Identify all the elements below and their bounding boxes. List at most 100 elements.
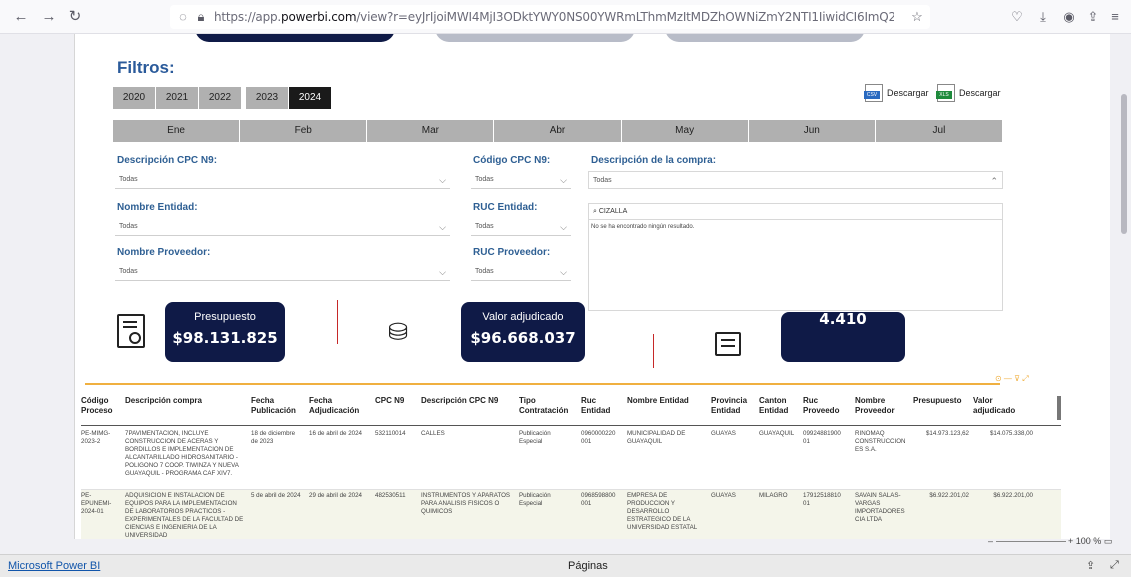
filters-title: Filtros: bbox=[117, 58, 175, 77]
cell-fecha-pub: 5 de abril de 2024 bbox=[251, 492, 301, 499]
cell-cpc-desc: INSTRUMENTOS Y APARATOS PARA ANALISIS FI… bbox=[421, 492, 511, 515]
forward-icon[interactable]: → bbox=[40, 8, 58, 26]
menu-icon[interactable]: ≡ bbox=[1106, 8, 1124, 26]
scroll-thumb[interactable] bbox=[1121, 94, 1127, 234]
month-jun[interactable]: Jun bbox=[748, 120, 876, 142]
table-row[interactable]: PE-EPUNEMI-2024-01 ADQUISICION E INSTALA… bbox=[81, 490, 1061, 539]
compra-select[interactable]: Todas ⌃ bbox=[588, 171, 1003, 189]
dropdown-search[interactable]: ⌕ CIZALLA bbox=[589, 204, 1002, 220]
ruc-proveedor-select[interactable]: Todas ⌵ bbox=[471, 263, 571, 281]
download-label: Descargar bbox=[959, 88, 1001, 98]
cell-adjudicado: $14.075.338,00 bbox=[989, 430, 1033, 437]
section-divider bbox=[85, 383, 1000, 385]
col-adjudicado[interactable]: Valor adjudicado bbox=[973, 396, 1033, 416]
lock-icon[interactable]: 🔒︎ bbox=[192, 8, 210, 26]
cpc-desc-label: Descripción CPC N9: bbox=[117, 155, 218, 166]
compra-label: Descripción de la compra: bbox=[591, 155, 717, 166]
visual-header-icons[interactable]: ⊙ — ⊽ ⤢ bbox=[995, 374, 1029, 384]
cell-provincia: GUAYAS bbox=[711, 430, 736, 437]
year-2023[interactable]: 2023 bbox=[246, 87, 288, 109]
col-codigo[interactable]: Código Proceso bbox=[81, 396, 121, 416]
presupuesto-value: $98.131.825 bbox=[172, 329, 278, 347]
download-csv-button[interactable]: CSV Descargar bbox=[864, 84, 929, 102]
month-feb[interactable]: Feb bbox=[240, 120, 368, 142]
month-may[interactable]: May bbox=[621, 120, 749, 142]
year-2020[interactable]: 2020 bbox=[113, 87, 155, 109]
col-entidad[interactable]: Nombre Entidad bbox=[627, 396, 705, 406]
share-icon[interactable]: ⇪ bbox=[1084, 8, 1102, 26]
month-jul[interactable]: Jul bbox=[875, 120, 1003, 142]
col-tipo[interactable]: Tipo Contratación bbox=[519, 396, 577, 416]
share-icon[interactable]: ⇪ bbox=[1086, 559, 1095, 572]
download-excel-button[interactable]: XLS Descargar bbox=[936, 84, 1001, 102]
cell-entidad: EMPRESA DE PRODUCCION Y DESARROLLO ESTRA… bbox=[627, 492, 698, 531]
nav-button-1[interactable] bbox=[195, 34, 395, 42]
address-bar[interactable]: ◌ 🔒︎ https://app.powerbi.com/view?r=eyJr… bbox=[170, 5, 930, 29]
cell-codigo: PE-EPUNEMI-2024-01 bbox=[81, 492, 112, 515]
col-canton[interactable]: Canton Entidad bbox=[759, 396, 799, 416]
pages-button[interactable]: Páginas bbox=[568, 560, 608, 572]
zoom-in-icon[interactable]: + bbox=[1066, 536, 1076, 546]
cell-proveedor: SAVAIN SALAS-VARGAS IMPORTADORES CIA LTD… bbox=[855, 492, 905, 523]
col-presupuesto[interactable]: Presupuesto bbox=[913, 396, 969, 406]
proveedor-select[interactable]: Todas ⌵ bbox=[115, 263, 450, 281]
table-scrollbar[interactable] bbox=[1057, 396, 1061, 420]
shield-icon[interactable]: ◌ bbox=[174, 8, 192, 26]
col-ruc-entidad[interactable]: Ruc Entidad bbox=[581, 396, 621, 416]
chevron-down-icon: ⌵ bbox=[439, 175, 446, 185]
cell-cpc: 482530511 bbox=[375, 492, 406, 499]
nav-button-3[interactable] bbox=[665, 34, 865, 42]
cell-tipo: Publicación Especial bbox=[519, 430, 551, 445]
ruc-entidad-select[interactable]: Todas ⌵ bbox=[471, 218, 571, 236]
zoom-control[interactable]: – + 100 % ▭ bbox=[988, 536, 1112, 547]
col-fecha-adj[interactable]: Fecha Adjudicación bbox=[309, 396, 371, 416]
cell-canton: GUAYAQUIL bbox=[759, 430, 795, 437]
col-descripcion[interactable]: Descripción compra bbox=[125, 396, 245, 406]
cell-fecha-adj: 16 de abril de 2024 bbox=[309, 430, 362, 437]
search-input[interactable]: CIZALLA bbox=[599, 208, 627, 215]
cell-canton: MILAGRO bbox=[759, 492, 788, 499]
cell-fecha-pub: 18 de diciembre de 2023 bbox=[251, 430, 296, 445]
cell-ruc-entidad: 0960000220001 bbox=[581, 430, 616, 445]
col-ruc-proveedor[interactable]: Ruc Proveedo bbox=[803, 396, 847, 416]
csv-file-icon: CSV bbox=[864, 84, 883, 102]
year-2022[interactable]: 2022 bbox=[199, 87, 241, 109]
powerbi-link[interactable]: Microsoft Power BI bbox=[8, 560, 100, 572]
month-abr[interactable]: Abr bbox=[494, 120, 622, 142]
cell-fecha-adj: 29 de abril de 2024 bbox=[309, 492, 362, 499]
col-proveedor[interactable]: Nombre Proveedor bbox=[855, 396, 907, 416]
no-results-text: No se ha encontrado ningún resultado. bbox=[591, 224, 695, 230]
extension-icon[interactable]: ◉ bbox=[1060, 8, 1078, 26]
col-fecha-pub[interactable]: Fecha Publicación bbox=[251, 396, 301, 416]
col-provincia[interactable]: Provincia Entidad bbox=[711, 396, 755, 416]
zoom-out-icon[interactable]: – bbox=[988, 536, 996, 546]
page-scrollbar[interactable] bbox=[1117, 34, 1131, 539]
pocket-icon[interactable]: ♡ bbox=[1008, 8, 1026, 26]
cpc-code-select[interactable]: Todas ⌵ bbox=[471, 171, 571, 189]
month-ene[interactable]: Ene bbox=[113, 120, 241, 142]
back-icon[interactable]: ← bbox=[12, 8, 30, 26]
entidad-label: Nombre Entidad: bbox=[117, 202, 198, 213]
entidad-select[interactable]: Todas ⌵ bbox=[115, 218, 450, 236]
zoom-slider[interactable] bbox=[995, 541, 1066, 543]
cell-codigo: PE-MIMG-2023-2 bbox=[81, 430, 111, 445]
cell-ruc-proveedor: 1791251881001 bbox=[803, 492, 841, 507]
month-mar[interactable]: Mar bbox=[367, 120, 495, 142]
adjudicado-value: $96.668.037 bbox=[470, 329, 576, 347]
nav-button-2[interactable] bbox=[435, 34, 635, 42]
proveedor-label: Nombre Proveedor: bbox=[117, 247, 211, 258]
bookmark-star-icon[interactable]: ☆ bbox=[908, 8, 926, 26]
select-value: Todas bbox=[119, 223, 138, 230]
cpc-desc-select[interactable]: Todas ⌵ bbox=[115, 171, 450, 189]
fit-page-icon[interactable]: ▭ bbox=[1101, 536, 1113, 546]
cell-proveedor: RINOMAQ CONSTRUCCION ES S.A. bbox=[855, 430, 906, 453]
table-row[interactable]: PE-MIMG-2023-2 7PAVIMENTACION, INCLUYE C… bbox=[81, 428, 1061, 490]
download-icon[interactable]: ⤓ bbox=[1034, 8, 1052, 26]
divider bbox=[653, 334, 654, 368]
year-2024[interactable]: 2024 bbox=[289, 87, 331, 109]
col-cpc-desc[interactable]: Descripción CPC N9 bbox=[421, 396, 513, 406]
reload-icon[interactable]: ↻ bbox=[66, 8, 84, 26]
col-cpc[interactable]: CPC N9 bbox=[375, 396, 415, 406]
fullscreen-icon[interactable]: ⤢ bbox=[1110, 559, 1119, 572]
year-2021[interactable]: 2021 bbox=[156, 87, 198, 109]
